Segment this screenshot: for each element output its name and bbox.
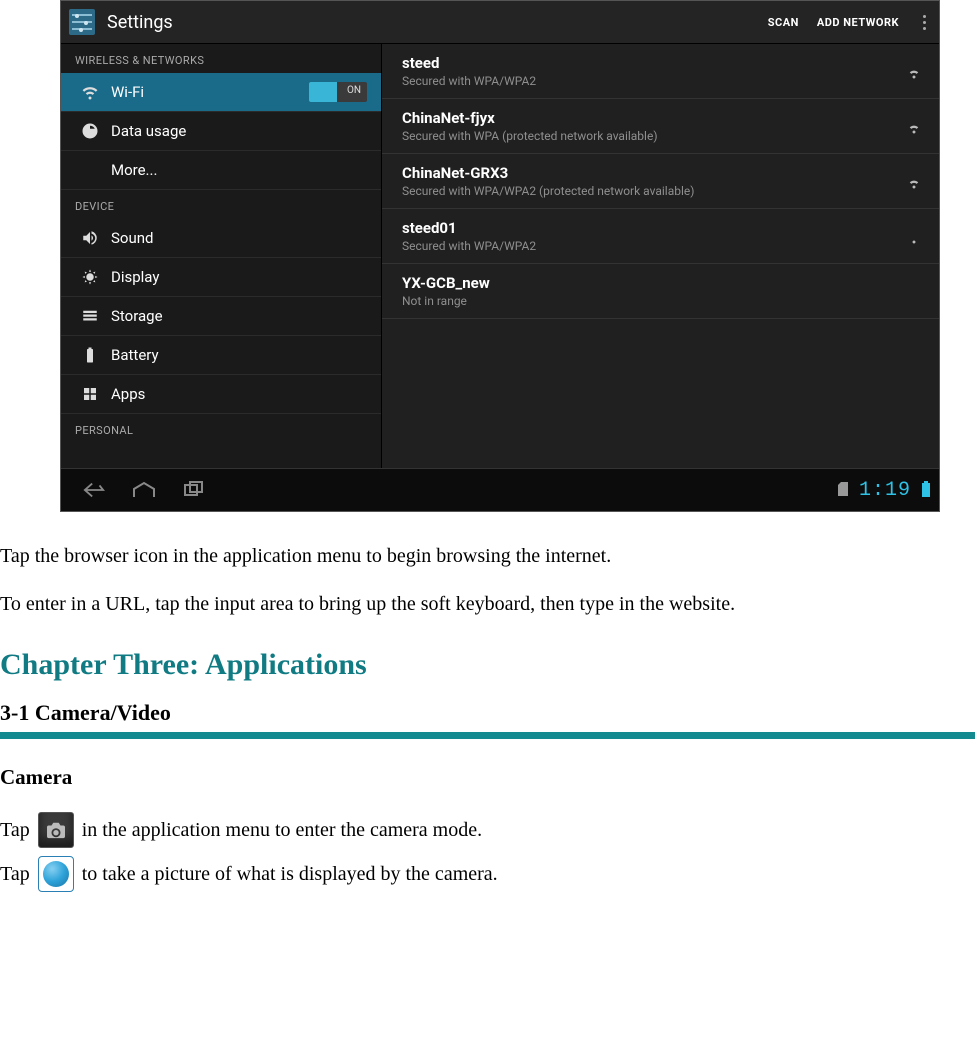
wifi-toggle-label: ON — [347, 85, 361, 96]
nav-label: Storage — [111, 307, 163, 325]
data-usage-icon — [81, 122, 99, 140]
display-icon — [81, 268, 99, 286]
settings-left-pane: WIRELESS & NETWORKS Wi-Fi ON Data — [61, 44, 382, 468]
nav-item-display[interactable]: Display — [61, 258, 381, 297]
wifi-toggle[interactable]: ON — [309, 82, 367, 102]
section-wireless-networks: WIRELESS & NETWORKS — [61, 44, 381, 73]
nav-label: Battery — [111, 346, 159, 364]
instruction-shutter-icon: Tap to take a picture of what is display… — [0, 856, 975, 892]
network-security: Secured with WPA/WPA2 (protected network… — [402, 184, 694, 198]
nav-label: Sound — [111, 229, 153, 247]
network-ssid: ChinaNet-GRX3 — [402, 164, 694, 182]
add-network-button[interactable]: ADD NETWORK — [817, 16, 899, 29]
wifi-signal-icon — [905, 62, 923, 80]
nav-item-apps[interactable]: Apps — [61, 375, 381, 414]
nav-item-more[interactable]: More... — [61, 151, 381, 190]
instruction-camera-icon: Tap in the application menu to enter the… — [0, 812, 975, 848]
paragraph-browser-tap: Tap the browser icon in the application … — [0, 542, 975, 570]
wifi-icon — [81, 83, 99, 101]
settings-screenshot: Settings SCAN ADD NETWORK WIRELESS & NET… — [60, 0, 940, 512]
network-security: Secured with WPA/WPA2 — [402, 239, 536, 253]
home-button[interactable] — [129, 478, 159, 502]
network-ssid: ChinaNet-fjyx — [402, 109, 658, 127]
section-heading: 3-1 Camera/Video — [0, 700, 975, 726]
network-row[interactable]: ChinaNet-fjyx Secured with WPA (protecte… — [382, 99, 939, 154]
nav-label: Data usage — [111, 122, 186, 140]
scan-button[interactable]: SCAN — [768, 16, 799, 29]
chapter-heading: Chapter Three: Applications — [0, 648, 975, 682]
network-ssid: YX-GCB_new — [402, 274, 490, 292]
nav-item-wifi[interactable]: Wi-Fi ON — [61, 73, 381, 112]
app-title: Settings — [107, 12, 173, 33]
app-top-bar: Settings SCAN ADD NETWORK — [61, 1, 939, 44]
nav-label: More... — [111, 161, 157, 179]
network-row[interactable]: ChinaNet-GRX3 Secured with WPA/WPA2 (pro… — [382, 154, 939, 209]
nav-label: Apps — [111, 385, 145, 403]
network-ssid: steed — [402, 54, 536, 72]
camera-app-icon — [38, 812, 74, 848]
wifi-signal-icon — [905, 117, 923, 135]
blank-icon — [81, 161, 99, 179]
instruction-rest: in the application menu to enter the cam… — [82, 819, 482, 842]
tap-text: Tap — [0, 863, 30, 886]
section-personal: PERSONAL — [61, 414, 381, 443]
nav-label: Display — [111, 268, 159, 286]
battery-icon — [81, 346, 99, 364]
microsd-icon — [837, 479, 849, 502]
status-battery-icon — [921, 479, 931, 502]
nav-item-storage[interactable]: Storage — [61, 297, 381, 336]
wifi-network-list: steed Secured with WPA/WPA2 ChinaNet-fjy… — [382, 44, 939, 468]
sound-icon — [81, 229, 99, 247]
status-clock: 1:19 — [859, 479, 911, 502]
network-ssid: steed01 — [402, 219, 536, 237]
network-security: Secured with WPA (protected network avai… — [402, 129, 658, 143]
tap-text: Tap — [0, 819, 30, 842]
network-row[interactable]: steed Secured with WPA/WPA2 — [382, 44, 939, 99]
apps-icon — [81, 385, 99, 403]
recent-apps-button[interactable] — [179, 478, 209, 502]
storage-icon — [81, 307, 99, 325]
wifi-signal-icon — [905, 172, 923, 190]
nav-label: Wi-Fi — [111, 83, 144, 101]
paragraph-url-entry: To enter in a URL, tap the input area to… — [0, 590, 975, 618]
instruction-rest: to take a picture of what is displayed b… — [82, 863, 498, 886]
network-row[interactable]: YX-GCB_new Not in range — [382, 264, 939, 319]
nav-item-data-usage[interactable]: Data usage — [61, 112, 381, 151]
wifi-signal-icon — [905, 227, 923, 245]
back-button[interactable] — [79, 478, 109, 502]
network-security: Not in range — [402, 294, 490, 308]
section-divider — [0, 732, 975, 739]
nav-item-sound[interactable]: Sound — [61, 219, 381, 258]
overflow-menu-icon[interactable] — [917, 15, 931, 30]
section-device: DEVICE — [61, 190, 381, 219]
system-nav-bar: 1:19 — [61, 468, 939, 511]
network-row[interactable]: steed01 Secured with WPA/WPA2 — [382, 209, 939, 264]
settings-app-icon — [69, 9, 95, 35]
shutter-button-icon — [38, 856, 74, 892]
network-security: Secured with WPA/WPA2 — [402, 74, 536, 88]
sub-heading-camera: Camera — [0, 765, 975, 790]
nav-item-battery[interactable]: Battery — [61, 336, 381, 375]
